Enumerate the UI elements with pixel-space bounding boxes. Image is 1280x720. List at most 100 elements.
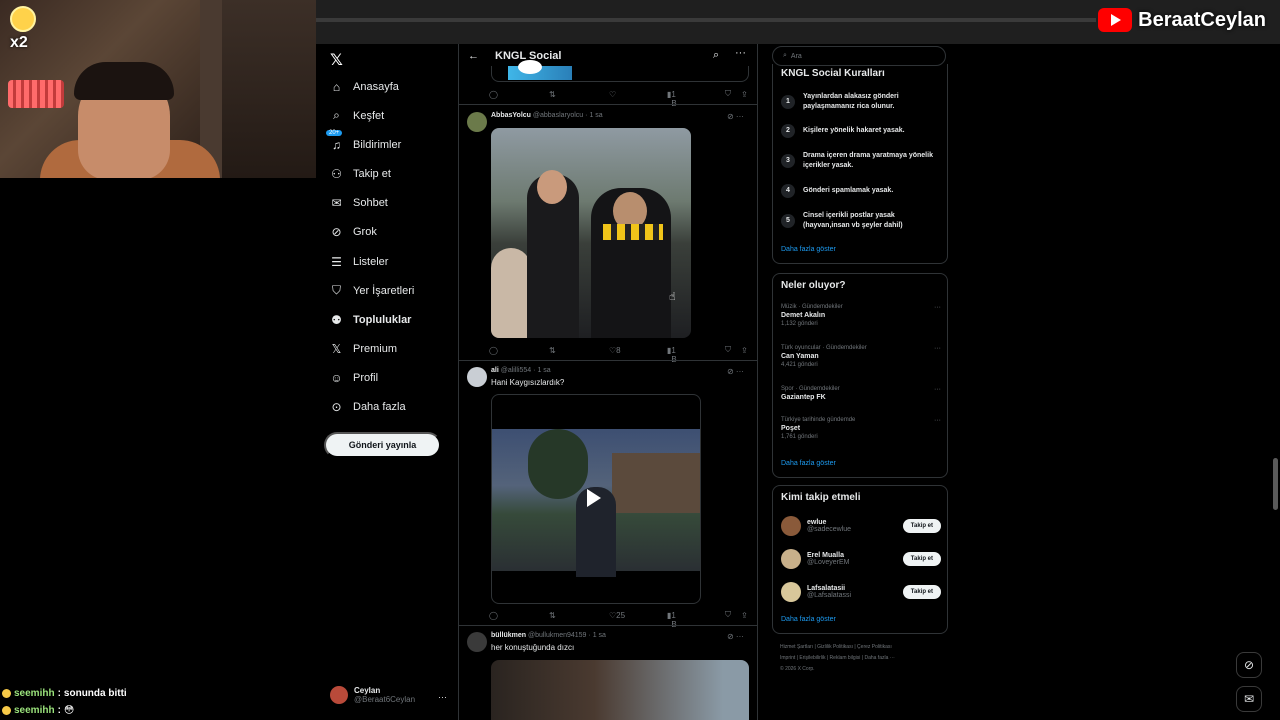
youtube-logo-icon (1098, 8, 1133, 32)
like-icon[interactable]: ♡ 25 (609, 611, 625, 620)
follow-suggestion[interactable]: Lafsalatasii @Lafsalatassi Takip et (781, 582, 941, 602)
repost-icon[interactable]: ⇅ (549, 346, 556, 355)
chat-message: seemihh : sonunda bitti (2, 688, 302, 699)
tweet-video[interactable] (491, 660, 749, 720)
search-icon[interactable]: ⌕ (713, 49, 719, 62)
nav-item-chat[interactable]: ✉ Sohbet (330, 196, 387, 210)
back-arrow-icon[interactable]: ← (468, 50, 479, 62)
nav-item-more[interactable]: ⊙ Daha fazla (330, 399, 405, 414)
more-icon[interactable]: ··· (934, 345, 941, 352)
grok-explain-icon[interactable]: ⊘ ··· (727, 632, 744, 641)
chat-badge-icon (2, 706, 11, 715)
grok-icon: ⊘ (331, 224, 342, 239)
add-user-icon: ⚇ (331, 166, 342, 181)
search-input[interactable]: ⌕ Ara (772, 46, 946, 66)
grok-float-icon[interactable]: ⊘ (1236, 652, 1262, 678)
follow-suggestion[interactable]: ewlue @sadecewlue Takip et (781, 516, 941, 536)
follow-button[interactable]: Takip et (902, 585, 941, 599)
views-icon[interactable]: ▮ 1 B (667, 611, 677, 629)
more-icon[interactable]: ··· (934, 304, 941, 311)
trend-item[interactable]: Türkiye tarihinde gündemde Poşet 1,761 g… (781, 417, 941, 440)
more-icon[interactable]: ··· (934, 386, 941, 393)
follow-button[interactable]: Takip et (902, 519, 941, 533)
reply-icon[interactable]: ◯ (489, 611, 498, 620)
messages-float-icon[interactable]: ✉ (1236, 686, 1262, 712)
bookmark-icon[interactable]: ⛉ (725, 610, 731, 620)
more-icon[interactable]: ··· (735, 47, 746, 59)
post-button[interactable]: Gönderi yayınla (324, 432, 441, 458)
scrollbar-thumb[interactable] (1273, 458, 1278, 510)
tweet-text: Hani Kaygısızlardık? (491, 378, 565, 387)
tweet-header: AbbasYolcu @abbaslaryolcu · 1 sa (491, 112, 603, 119)
grok-explain-icon[interactable]: ⊘ ··· (727, 367, 744, 376)
rule-item: 5 Cinsel içerikli postlar yasak (hayvan,… (781, 211, 941, 231)
views-icon[interactable]: ▮ 1 B (667, 346, 677, 364)
home-icon: ⌂ (332, 79, 341, 94)
grok-explain-icon[interactable]: ⊘ ··· (727, 112, 744, 121)
show-more-link[interactable]: Daha fazla göster (781, 616, 836, 623)
list-icon: ☰ (331, 254, 342, 269)
account-switcher[interactable]: Ceylan @Beraat6Ceylan (330, 686, 415, 704)
share-icon[interactable]: ⇪ (741, 611, 748, 620)
notification-count-badge: 20+ (326, 130, 343, 136)
chat-message: seemihh : 😳 (2, 705, 302, 716)
nav-item-profile[interactable]: ☺ Profil (330, 371, 378, 385)
repost-icon[interactable]: ⇅ (549, 90, 556, 99)
post-actions: ◯ ⇅ ♡ ▮ 1 B ⛉ ⇪ (489, 88, 751, 108)
play-icon[interactable] (587, 489, 601, 507)
x-premium-icon: 𝕏 (331, 341, 342, 356)
like-icon[interactable]: ♡ 8 (609, 346, 621, 355)
repost-icon[interactable]: ⇅ (549, 611, 556, 620)
emote-badge: x2 (10, 6, 38, 51)
more-circle-icon: ⊙ (331, 399, 342, 414)
webcam-background (222, 0, 316, 178)
avatar (781, 549, 801, 569)
nav-item-communities[interactable]: ⚉ Topluluklar (330, 312, 411, 327)
account-more-icon[interactable]: ··· (438, 692, 447, 702)
avatar[interactable] (467, 632, 487, 652)
trends-card: Neler oluyor? Müzik · Gündemdekiler Deme… (772, 273, 948, 478)
search-icon: ⌕ (333, 108, 340, 122)
trend-item[interactable]: Spor · Gündemdekiler Gaziantep FK ··· (781, 386, 941, 401)
trend-item[interactable]: Türk oyuncular · Gündemdekiler Can Yaman… (781, 345, 941, 368)
rule-item: 4 Gönderi spamlamak yasak. (781, 184, 941, 198)
avatar (781, 582, 801, 602)
share-icon[interactable]: ⇪ (741, 346, 748, 355)
x-logo-icon[interactable]: 𝕏 (330, 50, 343, 69)
sidebar-nav: 𝕏 ⌂ Anasayfa ⌕ Keşfet ♫ 20+ Bildirimler … (316, 44, 458, 720)
heater-lamp (8, 80, 64, 108)
show-more-link[interactable]: Daha fazla göster (781, 460, 836, 467)
chat-badge-icon (2, 689, 11, 698)
avatar[interactable] (467, 367, 487, 387)
share-icon[interactable]: ⇪ (741, 90, 748, 99)
nav-item-home[interactable]: ⌂ Anasayfa (330, 79, 399, 94)
follow-suggestion[interactable]: Erel Mualla @LoveyerEM Takip et (781, 549, 941, 569)
tweet-image[interactable] (491, 128, 691, 338)
tweet-text: her konuştuğunda dızcı (491, 643, 575, 652)
post-actions: ◯ ⇅ ♡ 25 ▮ 1 B ⛉ ⇪ (489, 609, 751, 629)
nav-item-grok[interactable]: ⊘ Grok (330, 224, 376, 239)
nav-item-bookmarks[interactable]: ⛉ Yer İşaretleri (330, 283, 414, 297)
nav-item-explore[interactable]: ⌕ Keşfet (330, 108, 384, 122)
like-icon[interactable]: ♡ (609, 90, 616, 99)
trend-item[interactable]: Müzik · Gündemdekiler Demet Akalın 1,132… (781, 304, 941, 327)
reply-icon[interactable]: ◯ (489, 346, 498, 355)
views-icon[interactable]: ▮ 1 B (667, 90, 677, 108)
tweet-header: ali @alilli554 · 1 sa (491, 367, 551, 374)
tweet-video[interactable] (491, 394, 701, 604)
bookmark-icon[interactable]: ⛉ (725, 345, 731, 355)
bookmark-icon[interactable]: ⛉ (725, 89, 731, 99)
communities-icon: ⚉ (331, 312, 342, 327)
show-more-link[interactable]: Daha fazla göster (781, 246, 836, 253)
avatar (781, 516, 801, 536)
follow-button[interactable]: Takip et (902, 552, 941, 566)
nav-item-lists[interactable]: ☰ Listeler (330, 254, 388, 269)
nav-item-follow[interactable]: ⚇ Takip et (330, 166, 391, 181)
avatar[interactable] (467, 112, 487, 132)
reply-icon[interactable]: ◯ (489, 90, 498, 99)
nav-item-notifications[interactable]: ♫ 20+ Bildirimler (326, 130, 401, 152)
youtube-channel-watermark: BeraatCeylan (1098, 8, 1266, 32)
nav-item-premium[interactable]: 𝕏 Premium (330, 341, 397, 356)
more-icon[interactable]: ··· (934, 417, 941, 424)
previous-post-media[interactable] (491, 60, 749, 82)
